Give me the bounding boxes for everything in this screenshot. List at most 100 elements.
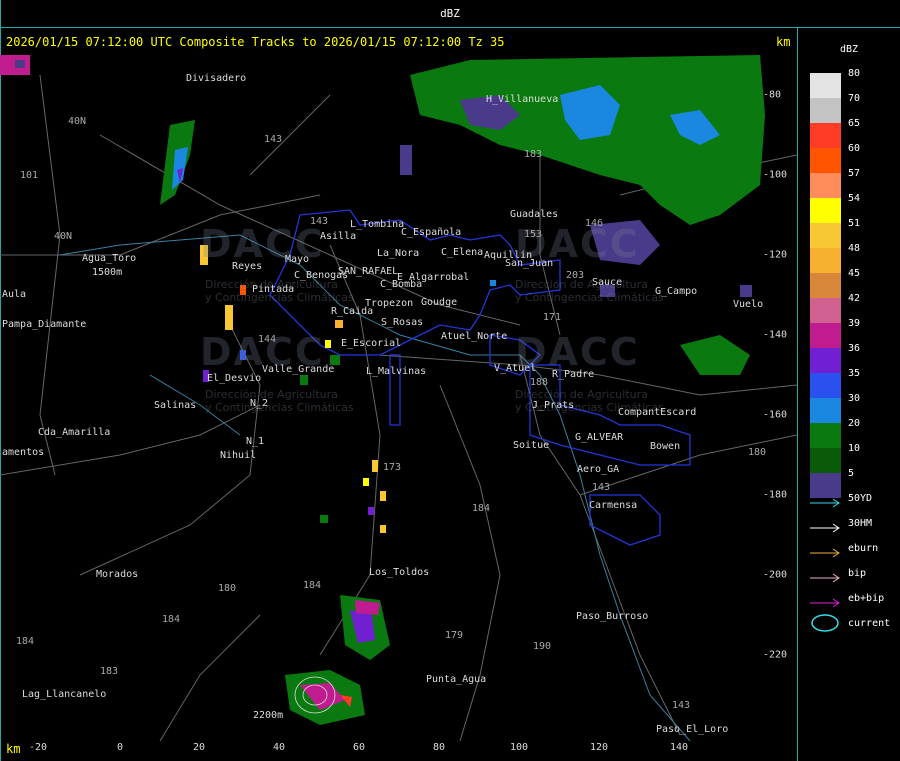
route-number: 188 bbox=[530, 377, 549, 388]
x-tick-label: 0 bbox=[116, 742, 124, 753]
track-eb-bip-arrow bbox=[810, 593, 842, 608]
x-tick-label: -20 bbox=[28, 742, 48, 753]
legend-swatch bbox=[810, 373, 841, 398]
legend-swatch bbox=[810, 323, 841, 348]
route-number: 184 bbox=[303, 580, 322, 591]
place-label: Cda_Amarilla bbox=[38, 427, 111, 438]
place-label: 1500m bbox=[92, 267, 123, 278]
route-number: 183 bbox=[100, 666, 119, 677]
route-number: 143 bbox=[672, 700, 691, 711]
legend-swatch bbox=[810, 398, 841, 423]
route-number: 143 bbox=[264, 134, 283, 145]
window-title: dBZ bbox=[440, 7, 460, 20]
place-label: Los_Toldos bbox=[369, 567, 430, 578]
legend-level-label: 45 bbox=[848, 268, 861, 279]
legend-swatch bbox=[810, 348, 841, 373]
legend-level-label: 51 bbox=[848, 218, 861, 229]
legend-level-label: 70 bbox=[848, 93, 861, 104]
legend-swatch bbox=[810, 273, 841, 298]
route-number: 40N bbox=[54, 231, 73, 242]
legend-level-label: 20 bbox=[848, 418, 861, 429]
place-label: Aero_GA bbox=[577, 464, 620, 475]
legend-level-label: 54 bbox=[848, 193, 861, 204]
place-label: Pampa_Diamante bbox=[2, 319, 87, 330]
track-eburn-arrow bbox=[810, 543, 842, 558]
x-tick-label: 40 bbox=[272, 742, 286, 753]
legend-level-label: 65 bbox=[848, 118, 861, 129]
legend-swatch bbox=[810, 423, 841, 448]
legend-panel: dBZ 80 70 65 60 57 54 51 48 45 42 39 36 35 30 20 10 5 50… bbox=[800, 28, 900, 761]
route-number: 144 bbox=[258, 334, 277, 345]
current-ellipse-icon bbox=[810, 613, 842, 633]
track-label: eburn bbox=[848, 543, 879, 554]
place-label: CompantEscard bbox=[618, 407, 697, 418]
track-label: eb+bip bbox=[848, 593, 885, 604]
route-number: 171 bbox=[543, 312, 562, 323]
x-tick-label: 140 bbox=[669, 742, 689, 753]
place-label: Paso_Burroso bbox=[576, 611, 649, 622]
watermark-subtitle: Dirección de Agricultura y Contingencias … bbox=[515, 278, 664, 304]
x-tick-label: 80 bbox=[432, 742, 446, 753]
y-tick-label: -180 bbox=[763, 489, 788, 501]
place-label: Soitue bbox=[513, 440, 550, 451]
place-label: Punta_Agua bbox=[426, 674, 487, 685]
legend-swatch bbox=[810, 98, 841, 123]
place-label: S_Rosas bbox=[381, 317, 424, 328]
place-label: R_Caida bbox=[331, 306, 374, 317]
legend-title: dBZ bbox=[840, 44, 859, 55]
route-number: 146 bbox=[585, 218, 604, 229]
place-label: G_ALVEAR bbox=[575, 432, 624, 443]
place-label: El_Desvio bbox=[207, 373, 262, 384]
place-label: C_Elena bbox=[441, 247, 484, 258]
route-number: 183 bbox=[524, 149, 543, 160]
place-label: J_Prats bbox=[532, 400, 575, 411]
y-tick-label: -160 bbox=[763, 409, 788, 421]
route-number: 173 bbox=[383, 462, 402, 473]
route-number: 143 bbox=[592, 482, 611, 493]
place-label: C_Española bbox=[401, 227, 462, 238]
legend-level-label: 30 bbox=[848, 393, 861, 404]
place-label: Aula bbox=[2, 289, 27, 300]
place-label: R_Padre bbox=[552, 369, 595, 380]
place-label: Nihuil bbox=[220, 450, 257, 461]
legend-level-label: 39 bbox=[848, 318, 861, 329]
place-label: G_Campo bbox=[655, 286, 698, 297]
place-label: Carmensa bbox=[589, 500, 638, 511]
x-tick-label: 60 bbox=[352, 742, 366, 753]
y-axis-unit: km bbox=[776, 35, 791, 49]
place-label: V_Atuel bbox=[494, 363, 537, 374]
y-tick-label: -220 bbox=[763, 649, 788, 661]
place-label: N_2 bbox=[250, 398, 269, 409]
route-number: 180 bbox=[748, 447, 767, 458]
place-label: Bowen bbox=[650, 441, 681, 452]
radar-map[interactable] bbox=[0, 55, 797, 741]
place-label: Paso_El_Loro bbox=[656, 724, 729, 735]
route-number: 101 bbox=[20, 170, 39, 181]
route-number: 184 bbox=[162, 614, 181, 625]
legend-level-label: 80 bbox=[848, 68, 861, 79]
legend-level-label: 42 bbox=[848, 293, 861, 304]
current-label: current bbox=[848, 618, 891, 629]
y-tick-label: -140 bbox=[763, 329, 788, 341]
place-label: Sauce bbox=[592, 277, 623, 288]
title-bar: dBZ bbox=[0, 0, 900, 28]
place-label: H_Villanueva bbox=[486, 94, 559, 105]
legend-level-label: 35 bbox=[848, 368, 861, 379]
route-number: 153 bbox=[524, 229, 543, 240]
legend-level-label: 48 bbox=[848, 243, 861, 254]
track-label: 30HM bbox=[848, 518, 873, 529]
y-tick-label: -120 bbox=[763, 249, 788, 261]
route-number: 179 bbox=[445, 630, 464, 641]
y-tick-label: -80 bbox=[763, 89, 782, 101]
place-label: Asilla bbox=[320, 231, 357, 242]
place-label: L_Tombina bbox=[350, 219, 405, 230]
place-label: Valle_Grande bbox=[262, 364, 335, 375]
legend-level-label: 36 bbox=[848, 343, 861, 354]
place-label: Reyes bbox=[232, 261, 263, 272]
track-30hm-arrow bbox=[810, 518, 842, 533]
place-label: E_Escorial bbox=[341, 338, 402, 349]
track-50yd-arrow bbox=[810, 493, 842, 508]
legend-level-label: 10 bbox=[848, 443, 861, 454]
track-label: 50YD bbox=[848, 493, 873, 504]
place-label: Agua_Toro bbox=[82, 253, 137, 264]
